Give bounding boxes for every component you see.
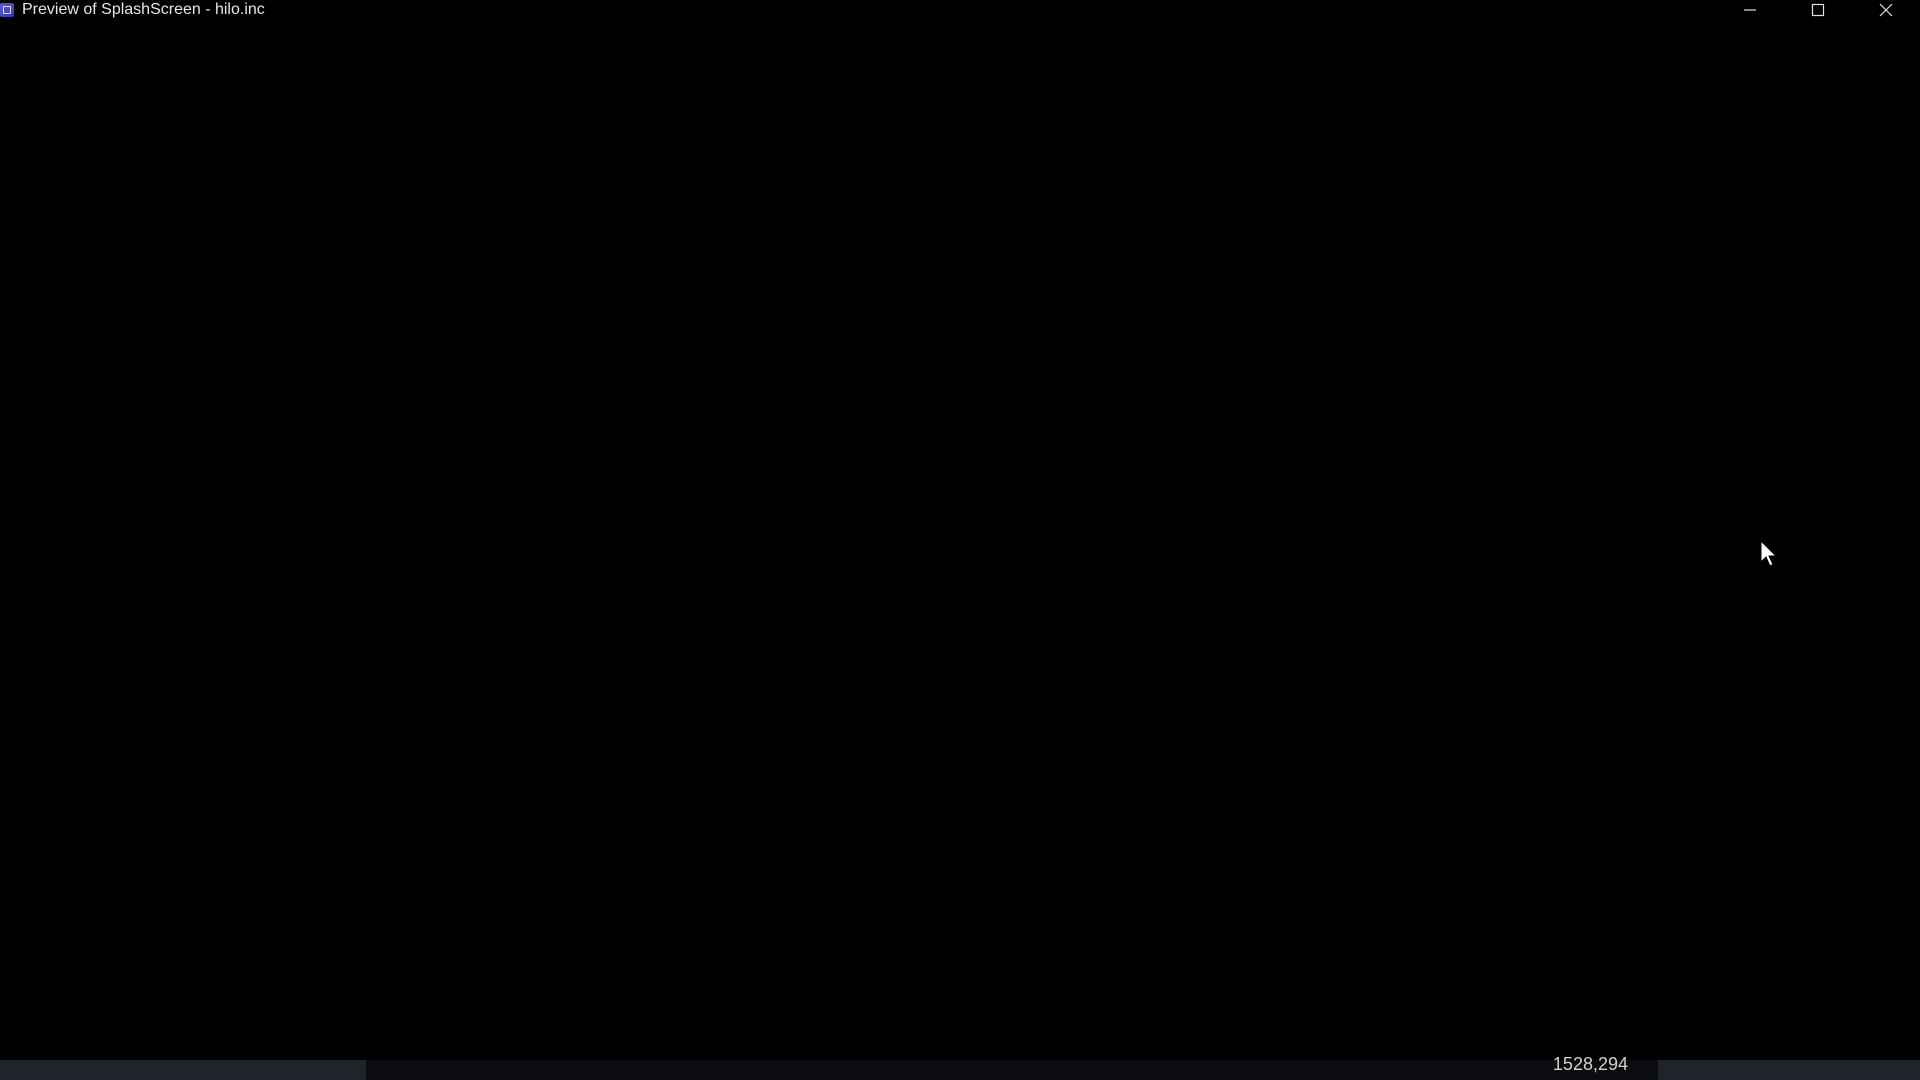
window-title: Preview of SplashScreen - hilo.inc xyxy=(22,1,265,18)
preview-canvas[interactable] xyxy=(0,20,1920,1060)
maximize-icon xyxy=(1811,3,1825,17)
mouse-pointer-icon xyxy=(1760,540,1778,567)
minimize-button[interactable] xyxy=(1716,0,1784,20)
app-icon xyxy=(0,3,14,17)
close-icon xyxy=(1879,3,1893,17)
title-bar[interactable]: Preview of SplashScreen - hilo.inc xyxy=(0,0,1920,20)
status-segment-left xyxy=(0,1060,366,1080)
status-segment-right xyxy=(1658,1060,1920,1080)
window-controls xyxy=(1716,0,1920,20)
minimize-icon xyxy=(1744,9,1756,11)
status-bar: 1528,294 xyxy=(0,1054,1920,1080)
status-segment-middle: 1528,294 xyxy=(366,1054,1658,1080)
cursor-coordinates: 1528,294 xyxy=(1552,1054,1628,1074)
preview-window: Preview of SplashScreen - hilo.inc 1528,… xyxy=(0,0,1920,1080)
close-button[interactable] xyxy=(1852,0,1920,20)
maximize-button[interactable] xyxy=(1784,0,1852,20)
